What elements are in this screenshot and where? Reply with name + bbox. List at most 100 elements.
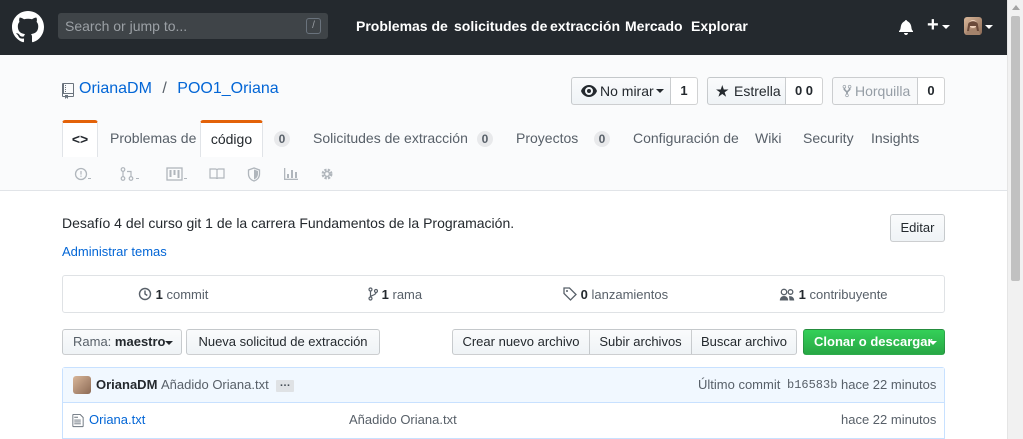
star-label: Estrella (734, 83, 781, 99)
avatar-face-icon (966, 20, 980, 35)
nav-pull-requests[interactable]: solicitudes de (454, 18, 547, 34)
contributors-link[interactable]: 1 contribuyente (779, 287, 888, 302)
repo-summary-bar: 1 commit 1 rama 0 lanzamientos 1 contrib… (62, 275, 945, 313)
pull-request-icon[interactable] (120, 167, 142, 184)
tag-icon (563, 287, 577, 301)
repo-owner-link[interactable]: OrianaDM (79, 80, 152, 97)
fork-label: Horquilla (855, 83, 911, 99)
scrollbar-thumb[interactable] (1011, 16, 1020, 281)
tab-projects-count: 0 (594, 131, 610, 147)
new-pull-request-button[interactable]: Nueva solicitud de extracción (186, 329, 380, 355)
nav-explore[interactable]: Explorar (691, 18, 748, 34)
contributors-count: 1 (798, 287, 806, 302)
tab-pull-requests[interactable]: Solicitudes de extracción (313, 120, 468, 156)
commits-label: commit (166, 287, 209, 302)
wiki-book-icon[interactable] (209, 167, 225, 184)
commit-expand-button[interactable]: … (276, 378, 294, 392)
nav-issues[interactable]: Problemas de (356, 18, 448, 34)
chevron-down-icon[interactable] (942, 25, 950, 29)
repo-path-separator: / (162, 80, 167, 97)
tab-security[interactable]: Security (803, 120, 854, 156)
chevron-down-icon[interactable] (985, 25, 993, 29)
project-icon[interactable] (166, 167, 190, 184)
file-icon (72, 413, 84, 428)
page-scrollbar[interactable] (1007, 0, 1023, 439)
create-new-icon[interactable]: + (927, 15, 939, 35)
fork-icon (842, 84, 852, 98)
watch-label: No mirar (600, 83, 654, 99)
file-commit-time: hace 22 minutos (841, 412, 937, 427)
releases-count: 0 (580, 287, 588, 302)
tab-projects[interactable]: Proyectos (516, 120, 578, 156)
chevron-down-icon (656, 89, 664, 93)
fork-button[interactable]: Horquilla (832, 77, 918, 105)
tab-code[interactable]: código (200, 120, 263, 157)
branches-label: rama (392, 287, 423, 302)
chevron-down-icon (165, 341, 173, 345)
file-commit-message[interactable]: Añadido Oriana.txt (349, 412, 457, 427)
chevron-down-icon (929, 341, 937, 345)
create-file-button[interactable]: Crear nuevo archivo (452, 329, 590, 355)
commit-author-link[interactable]: OrianaDM (96, 377, 157, 392)
contributors-label: contribuyente (809, 287, 888, 302)
history-icon (138, 287, 152, 301)
top-header: Search or jump to... / Problemas de soli… (0, 0, 1007, 55)
releases-link[interactable]: 0 lanzamientos (563, 287, 668, 302)
search-placeholder: Search or jump to... (65, 18, 188, 34)
commits-link[interactable]: 1 commit (138, 287, 208, 302)
branch-icon (368, 287, 379, 301)
commit-sha-link[interactable]: b16583b (787, 378, 837, 392)
commit-message[interactable]: Añadido Oriana.txt (161, 377, 269, 392)
shield-icon[interactable] (247, 167, 261, 185)
tab-settings[interactable]: Configuración de (633, 120, 739, 156)
eye-icon (581, 85, 597, 97)
search-input[interactable]: Search or jump to... / (58, 13, 328, 39)
latest-commit-label: Último commit (698, 377, 781, 392)
manage-topics-link[interactable]: Administrar temas (62, 244, 167, 259)
nav-marketplace[interactable]: Mercado (625, 18, 683, 34)
scroll-up-arrow-icon[interactable] (1012, 5, 1020, 10)
fork-count[interactable]: 0 (918, 77, 945, 105)
repo-description: Desafío 4 del curso git 1 de la carrera … (62, 215, 515, 231)
bell-icon[interactable] (899, 19, 913, 35)
tab-code-icon[interactable]: <> (62, 120, 98, 157)
star-button[interactable]: ★ Estrella (707, 77, 786, 105)
upload-files-button[interactable]: Subir archivos (589, 329, 692, 355)
star-icon: ★ (716, 83, 729, 99)
gear-icon[interactable] (320, 167, 334, 184)
branch-prefix: Rama: (73, 334, 112, 349)
edit-description-button[interactable]: Editar (890, 214, 945, 242)
find-file-button[interactable]: Buscar archivo (691, 329, 797, 355)
branches-link[interactable]: 1 rama (368, 287, 422, 302)
commit-time: hace 22 minutos (841, 377, 937, 392)
branches-count: 1 (381, 287, 389, 302)
github-logo-icon[interactable] (12, 11, 44, 43)
releases-label: lanzamientos (591, 287, 669, 302)
repo-title: OrianaDM / POO1_Oriana (62, 80, 279, 99)
tab-insights[interactable]: Insights (871, 120, 919, 156)
tab-issues[interactable]: Problemas de (110, 120, 196, 156)
issue-icon[interactable] (74, 167, 92, 184)
tab-code-count: 0 (274, 131, 290, 147)
table-row: Oriana.txt Añadido Oriana.txt hace 22 mi… (63, 404, 944, 438)
avatar[interactable] (964, 17, 982, 35)
people-icon (779, 288, 795, 301)
repo-name-link[interactable]: POO1_Oriana (177, 80, 278, 97)
tab-wiki[interactable]: Wiki (755, 120, 781, 156)
commits-count: 1 (155, 287, 163, 302)
latest-commit-bar: OrianaDM Añadido Oriana.txt … Último com… (63, 368, 944, 403)
avatar[interactable] (73, 376, 91, 394)
search-shortcut-key: / (306, 18, 321, 34)
watch-button[interactable]: No mirar (571, 77, 671, 105)
clone-label: Clonar o descargar (814, 334, 933, 349)
graph-icon[interactable] (283, 167, 299, 184)
file-name-link[interactable]: Oriana.txt (89, 412, 145, 427)
branch-name: maestro (114, 334, 166, 349)
branch-select-button[interactable]: Rama: maestro (62, 329, 182, 355)
clone-download-button[interactable]: Clonar o descargar (803, 329, 945, 355)
repo-book-icon (62, 83, 74, 99)
watch-count[interactable]: 1 (671, 77, 698, 105)
nav-extraction[interactable]: extracción (550, 18, 620, 34)
file-list: OrianaDM Añadido Oriana.txt … Último com… (62, 367, 945, 439)
star-count[interactable]: 0 0 (786, 77, 823, 105)
